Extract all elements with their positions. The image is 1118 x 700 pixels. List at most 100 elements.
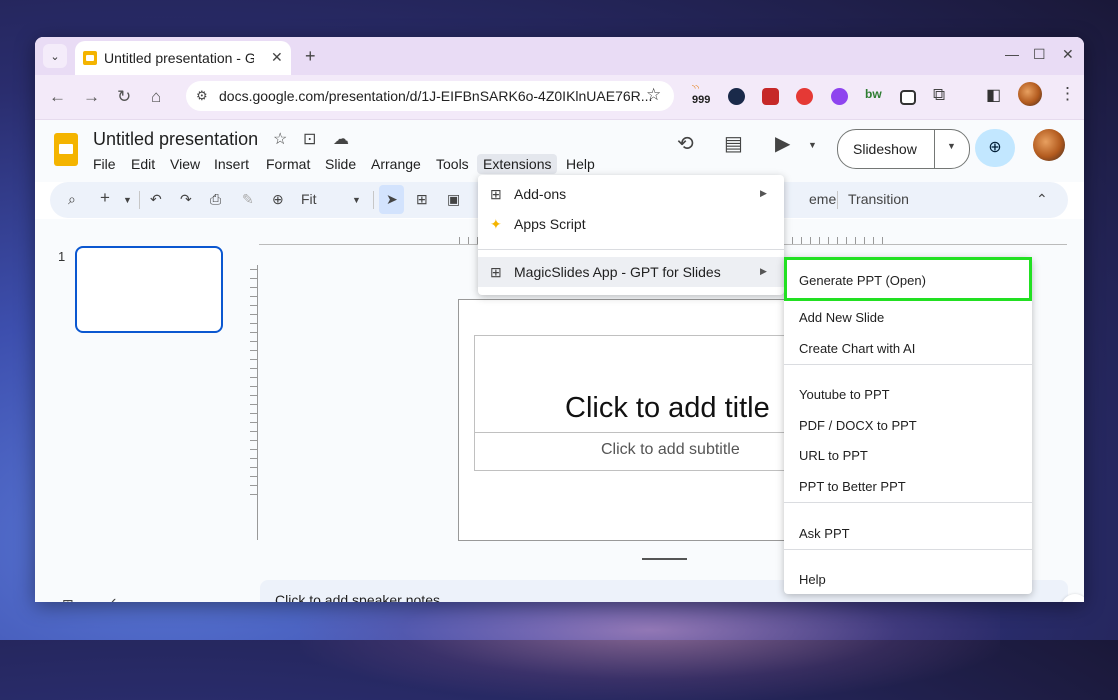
omnibox[interactable]: ⚙ docs.google.com/presentation/d/1J-EIFB… [186,81,674,111]
move-folder-icon[interactable]: ⊡ [303,129,316,149]
menu-extensions[interactable]: Extensions [477,154,558,174]
submenu-label: Ask PPT [799,526,850,541]
add-person-icon: ⊕ [988,139,1002,156]
browser-menu-icon[interactable]: ⋮ [1059,84,1076,104]
magicslides-submenu: Generate PPT (Open) Add New Slide Create… [784,257,1032,594]
slideshow-label: Slideshow [853,141,917,157]
menu-tools[interactable]: Tools [430,154,475,174]
bookmark-star-icon[interactable]: ☆ [646,85,661,105]
meet-camera-icon[interactable]: ▶ [775,131,790,156]
submenu-url-to-ppt[interactable]: URL to PPT [784,441,1032,471]
menu-file[interactable]: File [87,154,122,174]
toolbar-divider [139,191,140,209]
menu-divider [478,249,784,250]
extension-4-icon[interactable] [831,88,848,105]
add-ons-icon: ⊞ [490,186,502,202]
new-slide-caret-icon[interactable]: ▼ [123,195,132,205]
slide-number: 1 [58,249,66,264]
transition-button[interactable]: Transition [848,191,909,207]
back-icon[interactable]: ← [49,87,66,107]
menu-item-apps-script[interactable]: ✦ Apps Script [478,209,784,239]
submenu-youtube-to-ppt[interactable]: Youtube to PPT [784,380,1032,410]
account-avatar[interactable] [1033,129,1065,161]
url-text: docs.google.com/presentation/d/1J-EIFBnS… [219,88,653,104]
zoom-caret-icon[interactable]: ▼ [352,195,361,205]
extension-rss-icon[interactable]: ◝◝ [692,83,699,94]
menu-view[interactable]: View [164,154,206,174]
redo-icon[interactable]: ↷ [180,191,192,208]
menu-help[interactable]: Help [560,154,601,174]
zoom-select[interactable]: Fit [301,191,317,207]
close-window-icon[interactable]: ✕ [1062,46,1074,63]
comments-icon[interactable]: ▤ [724,131,743,156]
browser-window: ⌄ Untitled presentation - Google Slides … [35,37,1084,602]
menu-item-add-ons[interactable]: ⊞ Add-ons ▶ [478,179,784,209]
menu-item-magicslides[interactable]: ⊞ MagicSlides App - GPT for Slides ▶ [478,257,784,287]
text-box-icon[interactable]: ⊞ [416,191,428,208]
slideshow-button[interactable]: Slideshow ▼ [837,129,970,169]
star-icon[interactable]: ☆ [273,129,287,149]
new-tab-button[interactable]: + [305,46,316,67]
slides-favicon-icon [83,51,97,65]
extensions-puzzle-icon[interactable]: ⧉ [933,85,945,105]
extension-3-icon[interactable] [796,88,813,105]
submenu-help[interactable]: Help [784,565,1032,595]
menu-format[interactable]: Format [260,154,316,174]
add-on-app-icon: ⊞ [490,264,502,280]
active-tab[interactable]: Untitled presentation - Google Slides ✕ [75,41,291,75]
version-history-icon[interactable]: ⟲ [677,131,694,156]
submenu-ppt-to-better-ppt[interactable]: PPT to Better PPT [784,472,1032,502]
slideshow-options-icon[interactable]: ▼ [947,141,956,151]
reload-icon[interactable]: ↻ [117,87,131,107]
menu-item-label: MagicSlides App - GPT for Slides [514,264,721,280]
submenu-generate-ppt[interactable]: Generate PPT (Open) [784,257,1032,301]
slideshow-divider [934,130,935,168]
tab-close-icon[interactable]: ✕ [271,49,283,66]
menu-arrange[interactable]: Arrange [365,154,427,174]
forward-icon[interactable]: → [83,87,100,107]
select-cursor-icon[interactable]: ➤ [386,191,398,208]
menu-slide[interactable]: Slide [319,154,362,174]
slides-header: Untitled presentation ☆ ⊡ ☁ File Edit Vi… [35,120,1084,182]
slides-logo-icon[interactable] [54,133,78,166]
tab-search-button[interactable]: ⌄ [43,44,67,68]
slide-thumbnail[interactable] [75,246,223,333]
submenu-create-chart[interactable]: Create Chart with AI [784,334,1032,364]
site-info-icon[interactable]: ⚙ [196,88,208,104]
meet-caret-icon[interactable]: ▼ [808,140,817,150]
document-title[interactable]: Untitled presentation [93,129,258,150]
new-slide-icon[interactable]: + [100,188,110,208]
insert-image-icon[interactable]: ▣ [447,191,460,208]
menu-edit[interactable]: Edit [125,154,161,174]
submenu-label: PDF / DOCX to PPT [799,418,917,433]
undo-icon[interactable]: ↶ [150,191,162,208]
submenu-label: Add New Slide [799,310,885,325]
minimize-icon[interactable]: — [1005,46,1019,62]
notes-resize-handle[interactable] [642,558,687,560]
extension-2-icon[interactable] [762,88,779,105]
submenu-ask-ppt[interactable]: Ask PPT [784,519,1032,549]
collapse-toolbar-icon[interactable]: ⌃ [1036,191,1048,208]
menu-insert[interactable]: Insert [208,154,255,174]
zoom-icon[interactable]: ⊕ [272,191,284,208]
menu-divider [784,364,1032,365]
submenu-label: Create Chart with AI [799,341,916,356]
vertical-ruler [257,265,258,540]
submenu-pdf-docx-to-ppt[interactable]: PDF / DOCX to PPT [784,411,1032,441]
chevron-left-icon[interactable]: ‹ [111,593,116,602]
home-icon[interactable]: ⌂ [151,87,161,107]
grid-view-icon[interactable]: ⊞ [62,596,74,602]
search-menus-icon[interactable]: ⌕ [68,191,76,208]
extension-5-icon[interactable]: bw [865,87,882,101]
extension-6-icon[interactable] [900,90,916,105]
extension-1-icon[interactable] [728,88,745,105]
profile-avatar[interactable] [1018,82,1042,106]
print-icon[interactable]: ⎙ [210,191,221,208]
share-button[interactable]: ⊕ [975,129,1015,167]
side-panel-icon[interactable]: ◧ [986,85,1001,105]
maximize-icon[interactable]: ☐ [1033,46,1046,63]
submenu-add-new-slide[interactable]: Add New Slide [784,303,1032,333]
theme-button[interactable]: eme [809,191,836,207]
paint-format-icon[interactable]: ✎ [242,191,254,208]
cloud-saved-icon[interactable]: ☁ [333,129,349,149]
